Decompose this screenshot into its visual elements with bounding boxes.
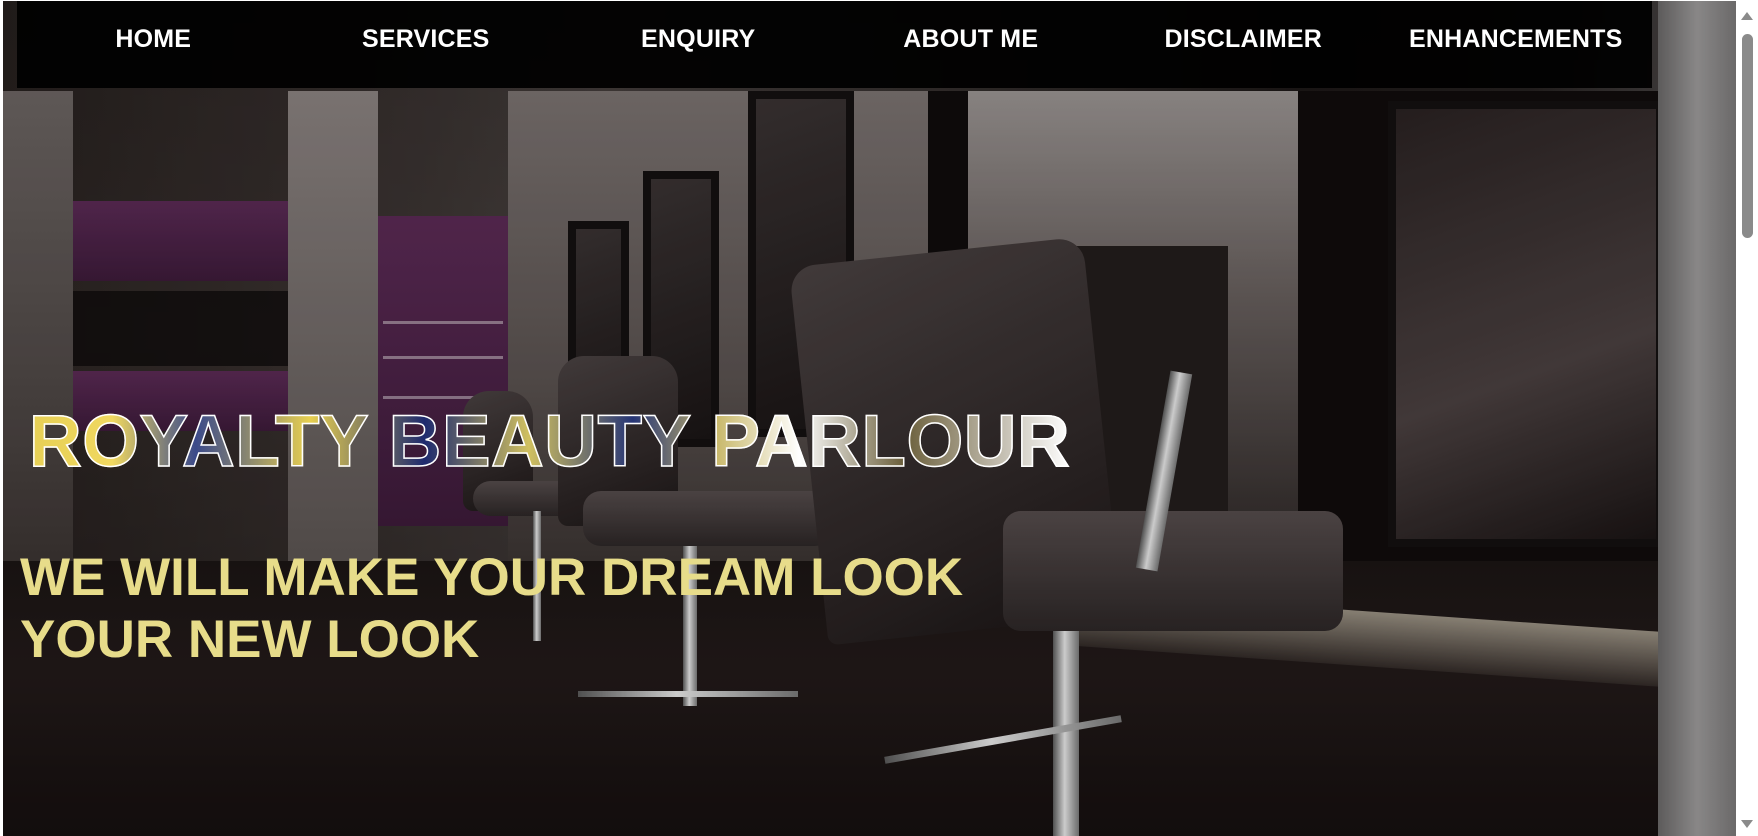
- nav-home-link[interactable]: HOME: [18, 25, 288, 54]
- main-navigation: HOME SERVICES ENQUIRY ABOUT ME DISCLAIME…: [17, 1, 1652, 88]
- vertical-scrollbar[interactable]: [1737, 0, 1758, 836]
- hero-tagline: WE WILL MAKE YOUR DREAM LOOK YOUR NEW LO…: [20, 548, 964, 669]
- nav-about-me-link[interactable]: ABOUT ME: [836, 25, 1106, 54]
- page-viewport: HOME SERVICES ENQUIRY ABOUT ME DISCLAIME…: [3, 1, 1736, 836]
- scrollbar-thumb[interactable]: [1742, 34, 1753, 238]
- nav-services-link[interactable]: SERVICES: [291, 25, 561, 54]
- scroll-down-arrow-icon[interactable]: [1741, 820, 1753, 828]
- nav-enhancements-link[interactable]: ENHANCEMENTS: [1381, 25, 1651, 54]
- nav-disclaimer-link[interactable]: DISCLAIMER: [1108, 25, 1378, 54]
- scroll-up-arrow-icon[interactable]: [1741, 12, 1753, 20]
- brand-title: ROYALTY BEAUTY PARLOUR: [28, 401, 1071, 482]
- nav-enquiry-link[interactable]: ENQUIRY: [563, 25, 833, 54]
